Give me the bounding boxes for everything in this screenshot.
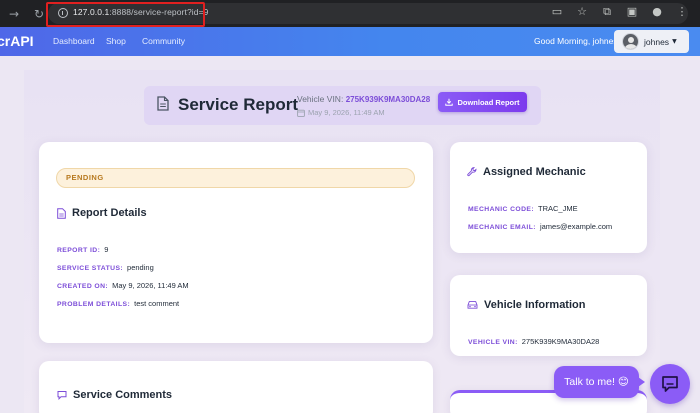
wrench-icon (467, 167, 477, 177)
report-date: May 9, 2026, 11:49 AM (308, 108, 385, 117)
field-value: test comment (134, 299, 180, 308)
comments-heading: Service Comments (57, 389, 172, 401)
vin-value: 275K939K9MA30DA28 (345, 95, 431, 104)
field-value: james@example.com (539, 222, 613, 231)
field-label: REPORT ID: (57, 247, 101, 254)
field-value: pending (127, 263, 154, 272)
field-value: 9 (104, 245, 109, 254)
vin-label: Vehicle VIN: (297, 94, 344, 104)
field-value: May 9, 2026, 11:49 AM (112, 281, 189, 290)
document-icon (57, 207, 66, 219)
browser-actions: ▭ ☆ ⧉ ▣ ● ⋮ (551, 6, 688, 18)
app-navbar: crAPI Dashboard Shop Community Good Morn… (0, 27, 700, 56)
header-vin: Vehicle VIN: 275K939K9MA30DA28 (297, 94, 430, 104)
profile-icon[interactable]: ● (651, 6, 663, 18)
chevron-down-icon: ▼ (672, 38, 677, 45)
field-label: CREATED ON: (57, 283, 109, 290)
service-status-row: SERVICE STATUS: pending (57, 263, 154, 272)
page-title: Service Report (178, 95, 298, 114)
extensions-icon[interactable]: ⧉ (601, 6, 613, 18)
vehicle-heading: Vehicle Information (467, 299, 585, 311)
comment-icon (57, 391, 67, 400)
vehicle-vin-row: VEHICLE VIN: 275K939K9MA30DA28 (468, 337, 599, 346)
header-date: May 9, 2026, 11:49 AM (297, 108, 385, 117)
field-label: MECHANIC CODE: (468, 206, 535, 213)
reading-list-icon[interactable]: ▣ (626, 6, 638, 18)
reload-icon[interactable]: ↻ (31, 6, 47, 22)
download-icon (445, 98, 454, 106)
nav-shop[interactable]: Shop (106, 36, 126, 46)
download-report-button[interactable]: Download Report (438, 92, 527, 112)
field-value: TRAC_JME (538, 204, 578, 213)
field-value: 275K939K9MA30DA28 (521, 337, 600, 346)
chat-launcher-button[interactable] (650, 364, 690, 404)
browser-toolbar: → ↻ 127.0.0.1:8888/service-report?id=9 ▭… (0, 0, 700, 27)
mechanic-email-row: MECHANIC EMAIL: james@example.com (468, 222, 612, 231)
section-title: Assigned Mechanic (483, 166, 586, 178)
section-title: Service Comments (73, 389, 173, 401)
avatar (622, 33, 639, 50)
mechanic-code-row: MECHANIC CODE: TRAC_JME (468, 204, 578, 213)
bookmark-star-icon[interactable]: ☆ (576, 6, 588, 18)
forward-icon[interactable]: → (6, 6, 22, 22)
field-label: MECHANIC EMAIL: (468, 224, 536, 231)
problem-details-row: PROBLEM DETAILS: test comment (57, 299, 179, 308)
document-icon (157, 96, 169, 111)
download-label: Download Report (457, 97, 520, 107)
section-title: Report Details (72, 207, 147, 219)
mechanic-card (450, 142, 647, 253)
url-highlight-box (46, 2, 205, 27)
section-title: Vehicle Information (484, 299, 586, 311)
username: johnes (644, 36, 670, 47)
user-menu-button[interactable]: johnes ▼ (614, 30, 689, 53)
nav-dashboard[interactable]: Dashboard (53, 36, 95, 46)
chat-icon (662, 376, 678, 392)
comments-card (39, 361, 433, 413)
chat-prompt-bubble[interactable]: Talk to me! 😊 (554, 366, 645, 398)
car-icon (467, 301, 478, 309)
cast-icon[interactable]: ▭ (551, 6, 563, 18)
report-id-row: REPORT ID: 9 (57, 245, 108, 254)
greeting-text: Good Morning, johnes! (534, 36, 620, 46)
field-label: SERVICE STATUS: (57, 265, 124, 272)
field-label: VEHICLE VIN: (468, 339, 518, 346)
menu-icon[interactable]: ⋮ (676, 6, 688, 18)
mechanic-heading: Assigned Mechanic (467, 166, 586, 178)
created-on-row: CREATED ON: May 9, 2026, 11:49 AM (57, 281, 189, 290)
status-badge: PENDING (56, 168, 415, 188)
calendar-icon (297, 109, 305, 117)
brand-logo[interactable]: crAPI (0, 33, 34, 49)
report-details-heading: Report Details (57, 207, 147, 219)
field-label: PROBLEM DETAILS: (57, 301, 131, 308)
nav-community[interactable]: Community (142, 36, 185, 46)
